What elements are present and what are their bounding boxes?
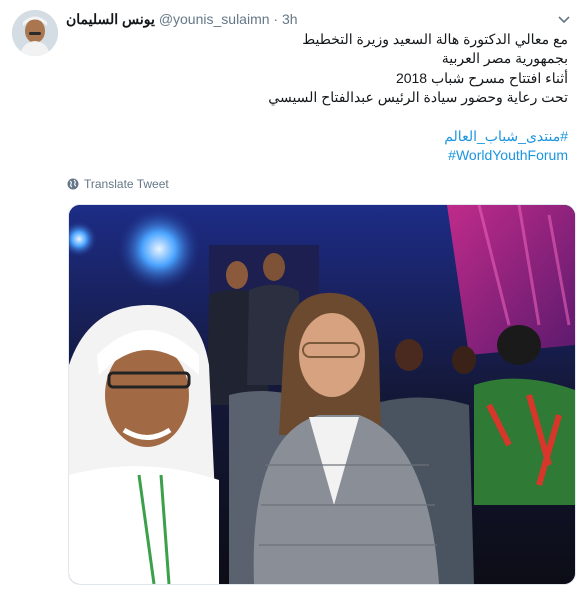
timestamp[interactable]: 3h [282,11,298,27]
translate-tweet-label: Translate Tweet [84,177,169,191]
tweet-header: يونس السليمان @younis_sulaimn · 3h [66,10,298,28]
tweet-photo[interactable] [68,204,576,585]
avatar-image [12,10,58,56]
translate-tweet-button[interactable]: Translate Tweet [67,177,169,191]
tweet-text-line: تحت رعاية وحضور سيادة الرئيس عبدالفتاح ا… [268,89,568,106]
display-name[interactable]: يونس السليمان [66,11,155,27]
tweet-text-line: أثناء افتتاح مسرح شباب 2018 [395,69,568,86]
tweet-text-line: مع معالي الدكتورة هالة السعيد وزيرة التخ… [302,31,568,47]
text-spacer [88,108,568,127]
globe-icon [67,178,79,190]
separator-dot: · [273,11,279,27]
tweet-text-line: بجمهورية مصر العربية [441,50,568,67]
tweet[interactable]: يونس السليمان @younis_sulaimn · 3h مع مع… [0,0,585,592]
hashtag-link-arabic[interactable]: #منتدى_شباب_العالم [88,127,568,146]
event-photo [69,205,575,584]
chevron-down-icon[interactable] [555,10,573,28]
hashtag-link-worldyouthforum[interactable]: #WorldYouthForum [88,146,568,165]
handle[interactable]: @younis_sulaimn [159,11,270,27]
avatar[interactable] [12,10,58,56]
tweet-text: مع معالي الدكتورة هالة السعيد وزيرة التخ… [88,30,568,165]
